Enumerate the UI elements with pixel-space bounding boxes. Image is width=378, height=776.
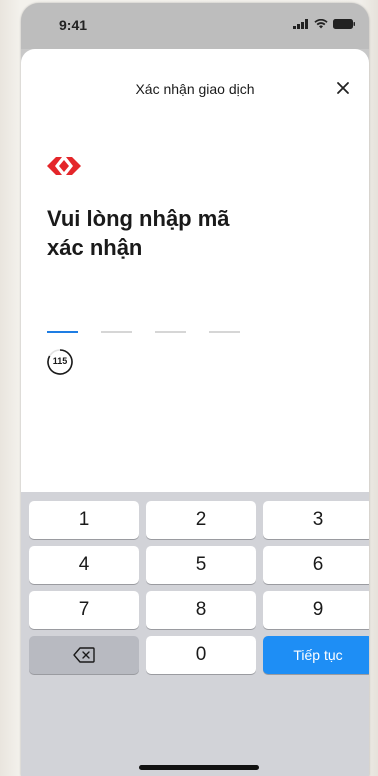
- home-indicator: [139, 765, 259, 770]
- close-button[interactable]: [331, 76, 355, 100]
- key-6[interactable]: 6: [263, 546, 369, 584]
- key-2[interactable]: 2: [146, 501, 256, 539]
- countdown-timer: 115: [46, 348, 74, 376]
- key-5[interactable]: 5: [146, 546, 256, 584]
- otp-digit-2[interactable]: [101, 313, 132, 333]
- key-7[interactable]: 7: [29, 591, 139, 629]
- otp-digit-3[interactable]: [155, 313, 186, 333]
- wifi-icon: [314, 19, 328, 29]
- phone-frame: 9:41 Xác nhận giao dịch Vui lòng nhập mã…: [21, 3, 369, 776]
- transaction-sheet: Xác nhận giao dịch Vui lòng nhập mã xác …: [21, 49, 369, 776]
- numeric-keypad: 1 2 3 4 5 6 7 8 9 0 Tiếp tục: [21, 492, 369, 776]
- key-9[interactable]: 9: [263, 591, 369, 629]
- key-3[interactable]: 3: [263, 501, 369, 539]
- backspace-key[interactable]: [29, 636, 139, 674]
- otp-digit-4[interactable]: [209, 313, 240, 333]
- otp-prompt: Vui lòng nhập mã xác nhận: [47, 204, 307, 262]
- techcombank-logo-icon: [47, 157, 81, 175]
- close-icon: [337, 82, 349, 94]
- prompt-line-1: Vui lòng nhập mã: [47, 206, 230, 231]
- status-time: 9:41: [59, 17, 88, 33]
- key-4[interactable]: 4: [29, 546, 139, 584]
- signal-icon: [293, 19, 308, 29]
- sheet-header: Xác nhận giao dịch: [21, 49, 369, 125]
- prompt-line-2: xác nhận: [47, 235, 143, 260]
- sheet-title: Xác nhận giao dịch: [135, 81, 255, 97]
- backspace-icon: [73, 647, 95, 663]
- battery-icon: [333, 19, 355, 29]
- status-bar: 9:41: [21, 3, 369, 49]
- otp-input[interactable]: [47, 313, 240, 333]
- otp-digit-1[interactable]: [47, 313, 78, 333]
- continue-button[interactable]: Tiếp tục: [263, 636, 369, 674]
- status-icons: [293, 19, 355, 29]
- key-8[interactable]: 8: [146, 591, 256, 629]
- key-1[interactable]: 1: [29, 501, 139, 539]
- key-0[interactable]: 0: [146, 636, 256, 674]
- countdown-seconds: 115: [52, 356, 68, 366]
